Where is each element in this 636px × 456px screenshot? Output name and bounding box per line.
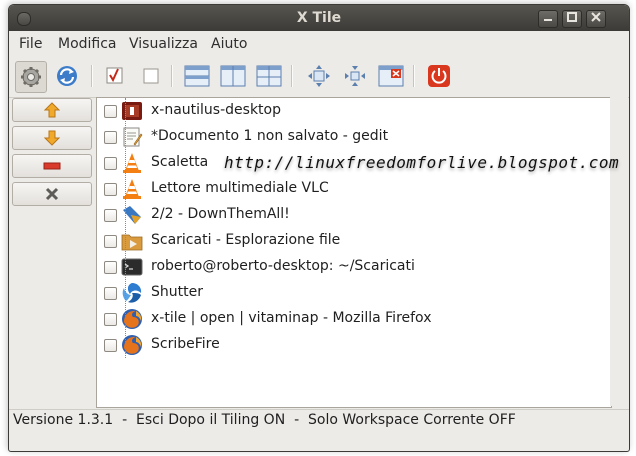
list-item[interactable]: Lettore multimediale VLC (97, 176, 611, 202)
list-item[interactable]: Shutter (97, 280, 611, 306)
menu-aiuto[interactable]: Aiuto (211, 36, 247, 52)
delete-button[interactable] (12, 182, 92, 206)
row-label: x-nautilus-desktop (151, 102, 281, 118)
toolbar-separator (171, 65, 173, 87)
tile-grid-icon (256, 65, 282, 87)
title-bar[interactable]: X Tile (9, 5, 629, 31)
window-title: X Tile (296, 10, 342, 26)
app-window: X Tile File Modifica Visualizza Aiuto x-… (8, 4, 630, 452)
row-label: Scaricati - Esplorazione file (151, 232, 341, 248)
tree-guide-line (125, 98, 126, 358)
row-label: Scaletta (151, 154, 209, 170)
row-label: ScribeFire (151, 336, 220, 352)
reload-button[interactable] (53, 62, 81, 90)
close-windows-icon (378, 65, 404, 87)
list-item[interactable]: roberto@roberto-desktop: ~/Scaricati (97, 254, 611, 280)
minus-icon (43, 162, 61, 170)
row-checkbox[interactable] (104, 105, 117, 118)
list-right-margin (610, 97, 628, 406)
preferences-button[interactable] (15, 61, 47, 93)
tile-grid-button[interactable] (255, 62, 283, 90)
move-up-button[interactable] (12, 98, 92, 122)
unmaximize-windows-icon (345, 66, 365, 86)
list-item[interactable]: ScribeFire (97, 332, 611, 358)
row-checkbox[interactable] (104, 235, 117, 248)
menu-modifica[interactable]: Modifica (58, 36, 117, 52)
row-checkbox[interactable] (104, 287, 117, 300)
minimize-button[interactable] (538, 10, 558, 28)
close-windows-button[interactable] (377, 62, 405, 90)
menu-file[interactable]: File (19, 36, 42, 52)
close-icon (591, 12, 601, 22)
menu-bar: File Modifica Visualizza Aiuto (9, 31, 629, 57)
tile-vertical-icon (220, 65, 246, 87)
row-checkbox[interactable] (104, 339, 117, 352)
status-bar: Versione 1.3.1 - Esci Dopo il Tiling ON … (9, 409, 629, 430)
tile-vertical-button[interactable] (219, 62, 247, 90)
list-item[interactable]: *Documento 1 non salvato - gedit (97, 124, 611, 150)
tile-horizontal-icon (184, 65, 210, 87)
row-checkbox[interactable] (104, 131, 117, 144)
list-item[interactable]: 2/2 - DownThemAll! (97, 202, 611, 228)
check-all-button[interactable] (101, 62, 129, 90)
row-label: roberto@roberto-desktop: ~/Scaricati (151, 258, 415, 274)
watermark-url: http://linuxfreedomforlive.blogspot.com (224, 153, 620, 172)
toolbar-separator (413, 65, 415, 87)
row-label: x-tile | open | vitaminap - Mozilla Fire… (151, 310, 432, 326)
row-label: Lettore multimediale VLC (151, 180, 329, 196)
quit-icon (428, 65, 450, 87)
remove-button[interactable] (12, 154, 92, 178)
list-item[interactable]: x-tile | open | vitaminap - Mozilla Fire… (97, 306, 611, 332)
row-checkbox[interactable] (104, 313, 117, 326)
uncheck-all-icon (143, 68, 159, 84)
uncheck-all-button[interactable] (137, 62, 165, 90)
row-label: *Documento 1 non salvato - gedit (151, 128, 389, 144)
row-label: 2/2 - DownThemAll! (151, 206, 290, 222)
list-item[interactable]: Scaricati - Esplorazione file (97, 228, 611, 254)
toolbar (9, 57, 629, 98)
row-checkbox[interactable] (104, 157, 117, 170)
row-label: Shutter (151, 284, 203, 300)
maximize-button[interactable] (562, 10, 582, 28)
refresh-icon (57, 66, 77, 86)
arrow-up-icon (44, 102, 60, 118)
maximize-windows-icon (308, 65, 330, 87)
list-item[interactable]: x-nautilus-desktop (97, 98, 611, 124)
tile-horizontal-button[interactable] (183, 62, 211, 90)
move-down-button[interactable] (12, 126, 92, 150)
menu-visualizza[interactable]: Visualizza (129, 36, 198, 52)
maximize-windows-button[interactable] (305, 62, 333, 90)
status-text: Versione 1.3.1 - Esci Dopo il Tiling ON … (13, 412, 516, 428)
arrow-down-icon (44, 130, 60, 146)
toolbar-separator (291, 65, 293, 87)
gear-icon (21, 67, 41, 87)
close-button[interactable] (586, 10, 606, 28)
windows-list[interactable]: x-nautilus-desktop *Documento 1 non salv… (96, 97, 612, 408)
x-icon (45, 187, 59, 201)
toolbar-separator (91, 65, 93, 87)
maximize-icon (567, 12, 577, 22)
quit-button[interactable] (425, 62, 453, 90)
row-checkbox[interactable] (104, 209, 117, 222)
unmaximize-windows-button[interactable] (341, 62, 369, 90)
row-checkbox[interactable] (104, 183, 117, 196)
row-checkbox[interactable] (104, 261, 117, 274)
minimize-icon (544, 19, 552, 21)
check-all-icon (106, 67, 123, 84)
